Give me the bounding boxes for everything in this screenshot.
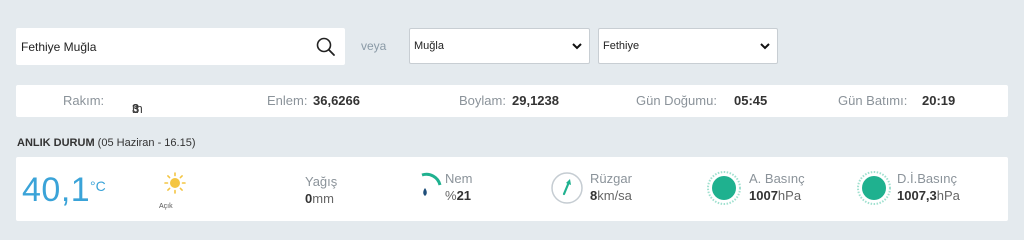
temperature-unit: °C	[90, 178, 106, 194]
sunset-label: Gün Batımı:	[838, 93, 908, 108]
wind-value: 8km/sa	[590, 188, 632, 203]
district-select-value: Fethiye	[603, 40, 640, 52]
pressure-value: 1007hPa	[749, 188, 802, 203]
sunset-value: 20:19	[922, 93, 956, 108]
search-icon[interactable]	[315, 36, 337, 58]
chevron-down-icon	[760, 43, 770, 50]
humidity-icon	[421, 172, 442, 196]
location-search-box[interactable]	[16, 28, 345, 65]
province-select[interactable]: Muğla	[409, 28, 590, 64]
latitude-label: Enlem:	[267, 93, 308, 108]
sunrise-label: Gün Doğumu:	[636, 93, 717, 108]
location-info-bar: Rakım: 3m Enlem: 36,6266 Boylam: 29,1238…	[16, 85, 1008, 117]
latitude-value: 36,6266	[313, 93, 360, 108]
altitude-label: Rakım:	[63, 93, 105, 108]
longitude-value: 29,1238	[512, 93, 559, 108]
province-select-value: Muğla	[414, 40, 444, 52]
wind-direction-icon	[551, 172, 583, 204]
sea-pressure-value: 1007,3hPa	[897, 188, 960, 203]
humidity-value: %21	[445, 188, 472, 203]
sun-icon	[164, 172, 186, 194]
temperature-value: 40,1	[22, 171, 91, 209]
pressure-gauge-icon	[707, 171, 741, 205]
chevron-down-icon	[572, 43, 582, 50]
sea-pressure-gauge-icon	[857, 171, 891, 205]
condition-label: Açık	[159, 203, 173, 210]
pressure-label: A. Basınç	[749, 171, 805, 186]
precip-value: 0mm	[305, 191, 334, 206]
longitude-label: Boylam:	[459, 93, 506, 108]
district-select[interactable]: Fethiye	[598, 28, 778, 64]
wind-label: Rüzgar	[590, 171, 632, 186]
precip-label: Yağış	[305, 174, 338, 189]
location-search-input[interactable]	[16, 28, 306, 65]
humidity-label: Nem	[445, 171, 473, 186]
sea-pressure-label: D.İ.Basınç	[897, 171, 957, 186]
current-conditions-panel: 40,1 °C Açık Yağış 0mm Nem %21 Rüzgar 8k…	[16, 157, 1008, 221]
sunrise-value: 05:45	[734, 93, 768, 108]
current-conditions-title: ANLIK DURUM (05 Haziran - 16.15)	[17, 137, 196, 149]
or-label: veya	[361, 39, 387, 53]
